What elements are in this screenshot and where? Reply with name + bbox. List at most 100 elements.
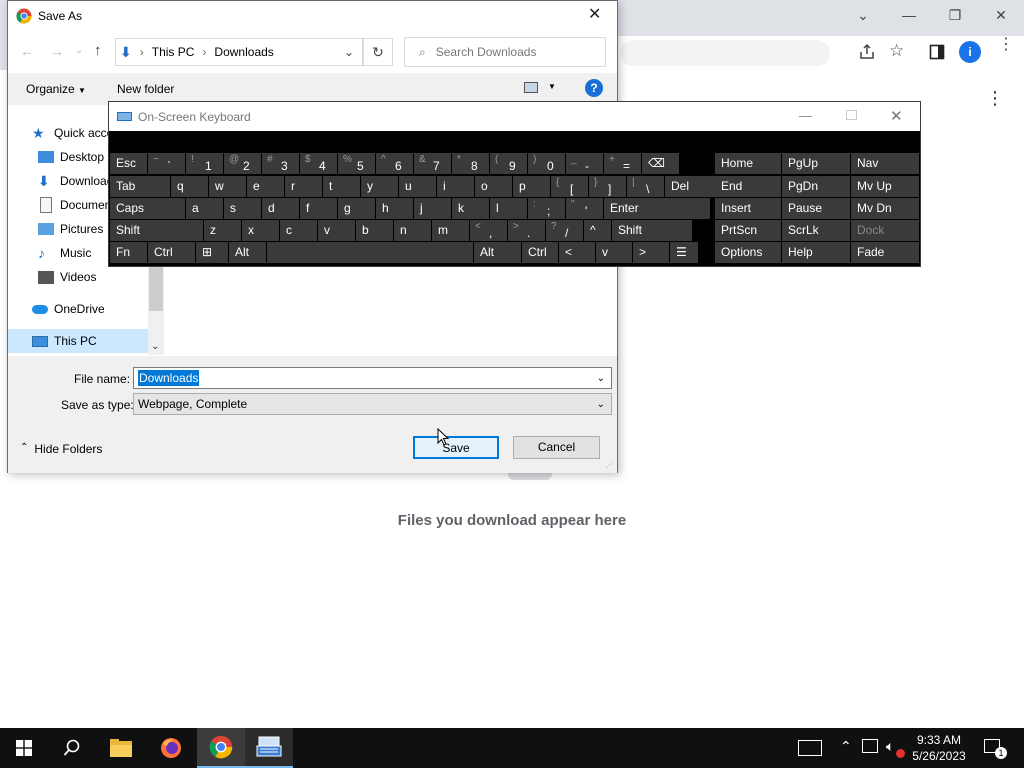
osk-key[interactable]: d xyxy=(262,198,299,219)
osk-nav-key[interactable]: PgDn xyxy=(782,176,850,197)
file-name-input[interactable]: Downloads ⌄ xyxy=(133,367,612,389)
forward-arrow-icon[interactable]: → xyxy=(50,43,64,59)
osk-taskbar-icon[interactable] xyxy=(245,728,293,768)
chevron-down-icon[interactable]: ⌄ xyxy=(344,45,354,59)
osk-key[interactable]: @2 xyxy=(224,153,261,174)
osk-minimize-icon[interactable]: — xyxy=(799,108,812,123)
osk-key[interactable]: {[ xyxy=(551,176,588,197)
osk-key[interactable]: #3 xyxy=(262,153,299,174)
osk-key[interactable]: a xyxy=(186,198,223,219)
breadcrumb-downloads[interactable]: Downloads xyxy=(214,45,273,59)
osk-key[interactable]: v xyxy=(318,220,355,241)
osk-nav-key[interactable]: Options xyxy=(715,242,781,263)
osk-key[interactable]: c xyxy=(280,220,317,241)
osk-key[interactable]: ☰ xyxy=(670,242,698,263)
osk-key[interactable]: n xyxy=(394,220,431,241)
osk-key[interactable]: & 7 xyxy=(414,153,451,174)
osk-key[interactable]: b xyxy=(356,220,393,241)
organize-menu[interactable]: Organize ▼ xyxy=(26,82,86,96)
osk-key[interactable]: Alt xyxy=(229,242,266,263)
osk-key[interactable]: Ctrl xyxy=(148,242,195,263)
osk-key[interactable]: ! 1 xyxy=(186,153,223,174)
osk-key[interactable]: q xyxy=(171,176,208,197)
side-panel-icon[interactable] xyxy=(929,44,945,60)
windows-start-icon[interactable] xyxy=(0,728,48,768)
osk-nav-key[interactable]: Help xyxy=(782,242,850,263)
share-icon[interactable] xyxy=(858,43,876,61)
osk-key[interactable]: k xyxy=(452,198,489,219)
osk-key[interactable]: Tab xyxy=(110,176,170,197)
osk-key[interactable]: Ctrl xyxy=(522,242,558,263)
restore-button[interactable]: ❐ xyxy=(932,0,978,30)
osk-key[interactable]: <, xyxy=(470,220,507,241)
help-icon[interactable]: ? xyxy=(585,79,603,97)
osk-key[interactable]: >. xyxy=(508,220,545,241)
osk-nav-key[interactable]: Mv Up xyxy=(851,176,919,197)
osk-key[interactable]: " ' xyxy=(566,198,603,219)
osk-key[interactable]: f xyxy=(300,198,337,219)
osk-key[interactable]: > xyxy=(633,242,669,263)
osk-key[interactable]: t xyxy=(323,176,360,197)
hide-folders-toggle[interactable]: ⌃ Hide Folders xyxy=(20,442,102,456)
osk-key[interactable]: y xyxy=(361,176,398,197)
osk-key[interactable]: + = xyxy=(604,153,641,174)
osk-key[interactable]: u xyxy=(399,176,436,197)
scroll-down-icon[interactable]: ⌄ xyxy=(151,341,159,352)
osk-key[interactable]: Esc xyxy=(110,153,147,174)
osk-nav-key[interactable]: ScrLk xyxy=(782,220,850,241)
osk-key[interactable]: r xyxy=(285,176,322,197)
osk-close-icon[interactable]: ✕ xyxy=(890,107,903,125)
refresh-icon[interactable]: ↻ xyxy=(363,38,393,66)
osk-nav-key[interactable]: Nav xyxy=(851,153,919,174)
back-arrow-icon[interactable]: ← xyxy=(20,43,34,59)
osk-key[interactable]: * 8 xyxy=(452,153,489,174)
osk-key[interactable]: % 5 xyxy=(338,153,375,174)
address-path[interactable]: ⬇ › This PC › Downloads ⌄ xyxy=(115,38,363,66)
file-explorer-icon[interactable] xyxy=(97,728,145,768)
osk-key[interactable]: $4 xyxy=(300,153,337,174)
minimize-button[interactable]: — xyxy=(886,0,932,30)
chrome-taskbar-icon[interactable] xyxy=(197,728,245,768)
recent-dropdown-icon[interactable]: ⌄ xyxy=(75,45,83,56)
view-icon[interactable] xyxy=(524,82,538,93)
new-folder-button[interactable]: New folder xyxy=(117,82,174,96)
search-icon[interactable] xyxy=(48,728,96,768)
osk-key[interactable]: ^ xyxy=(584,220,611,241)
osk-key[interactable]: ? / xyxy=(546,220,583,241)
up-arrow-icon[interactable]: ↑ xyxy=(94,42,102,59)
nav-this-pc[interactable]: This PC xyxy=(8,329,148,353)
address-bar[interactable] xyxy=(620,40,830,66)
menu-dots-icon[interactable]: ⋮ xyxy=(998,37,1014,53)
osk-nav-key[interactable]: Mv Dn xyxy=(851,198,919,219)
resize-grip[interactable]: ⋰ xyxy=(606,460,614,469)
osk-key[interactable]: e xyxy=(247,176,284,197)
osk-key[interactable]: o xyxy=(475,176,512,197)
bookmark-star-icon[interactable]: ☆ xyxy=(889,41,904,61)
osk-key[interactable]: ^ 6 xyxy=(376,153,413,174)
osk-key[interactable]: Fn xyxy=(110,242,147,263)
osk-key[interactable]: Enter xyxy=(604,198,710,219)
cancel-button[interactable]: Cancel xyxy=(513,436,600,459)
firefox-icon[interactable] xyxy=(147,728,195,768)
osk-key[interactable]: ⊞ xyxy=(196,242,228,263)
volume-muted-icon[interactable]: 🔈︎ xyxy=(886,738,894,755)
osk-key[interactable]: s xyxy=(224,198,261,219)
osk-nav-key[interactable]: Dock xyxy=(851,220,919,241)
osk-key[interactable]: }] xyxy=(589,176,626,197)
osk-nav-key[interactable]: Home xyxy=(715,153,781,174)
osk-key[interactable]: p xyxy=(513,176,550,197)
osk-key[interactable]: _ - xyxy=(566,153,603,174)
osk-key[interactable]: h xyxy=(376,198,413,219)
osk-key[interactable]: l xyxy=(490,198,527,219)
osk-maximize-icon[interactable] xyxy=(846,110,857,120)
osk-key[interactable]: Caps xyxy=(110,198,185,219)
osk-key[interactable]: w xyxy=(209,176,246,197)
osk-nav-key[interactable]: Pause xyxy=(782,198,850,219)
osk-key[interactable]: i xyxy=(437,176,474,197)
osk-key[interactable]: ) 0 xyxy=(528,153,565,174)
osk-nav-key[interactable]: Insert xyxy=(715,198,781,219)
more-options-icon[interactable]: ⋮ xyxy=(986,88,1004,109)
osk-nav-key[interactable]: PgUp xyxy=(782,153,850,174)
osk-key[interactable]: Shift xyxy=(110,220,203,241)
clock-date[interactable]: 5/26/2023 xyxy=(908,749,970,763)
